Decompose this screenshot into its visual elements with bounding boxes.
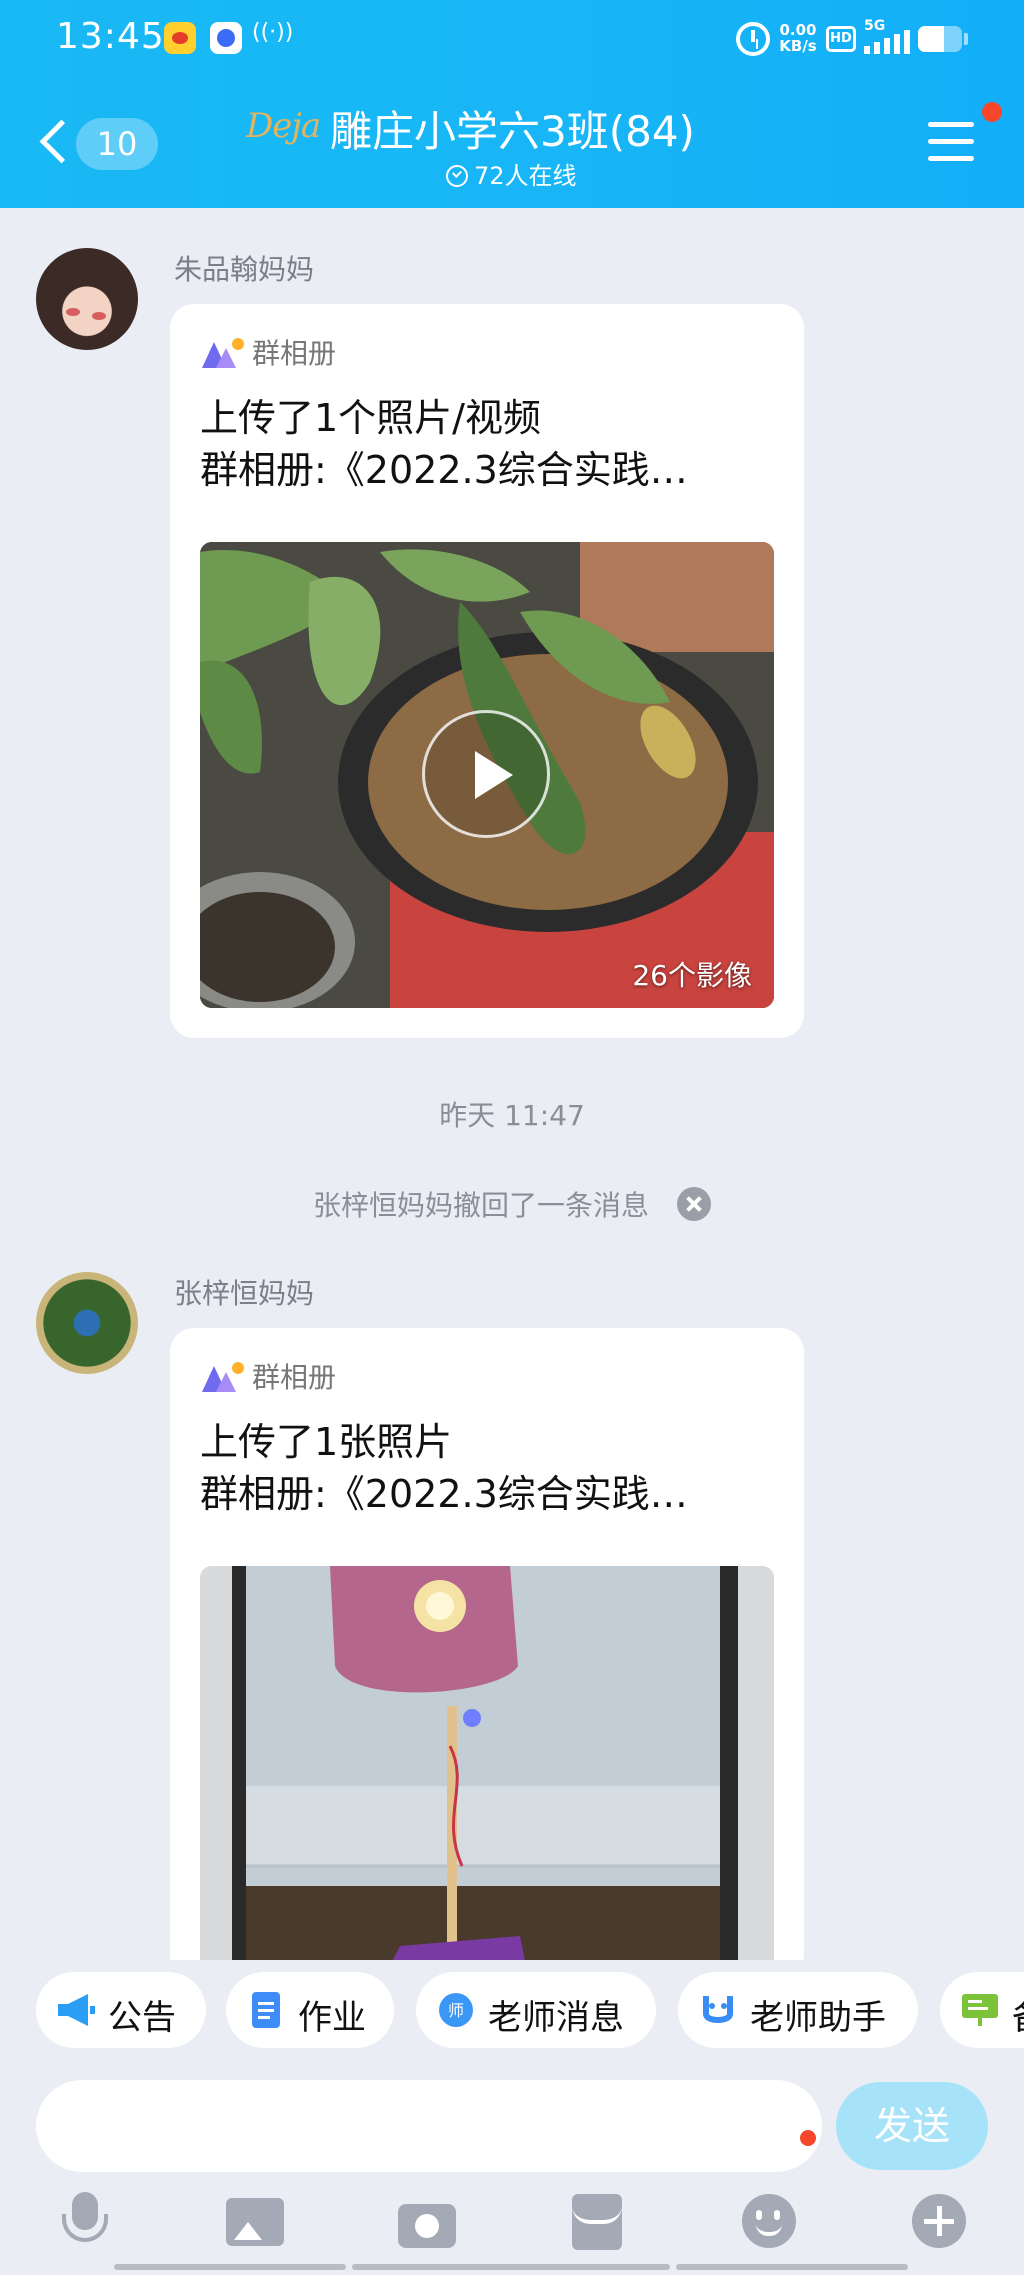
chat-header: 13:45 ((·)) 0.00 KB/s HD 5G 10 Deja 雕庄小学六… [0, 0, 1024, 208]
chip-label: 老师助手 [750, 1998, 886, 2038]
document-icon [252, 1992, 280, 2028]
microphone-icon[interactable] [56, 2192, 116, 2252]
message-input[interactable] [36, 2080, 822, 2172]
video-thumbnail[interactable]: 26个影像 [200, 542, 774, 1008]
teacher-message-chip[interactable]: 师 老师消息 [416, 1972, 656, 2048]
announcement-chip[interactable]: 公告 [36, 1972, 206, 2048]
sender-name: 朱品翰妈妈 [174, 253, 315, 286]
card-title: 上传了1张照片 [200, 1420, 453, 1464]
group-logo: Deja [246, 106, 321, 146]
baidu-icon [210, 22, 242, 54]
chip-label: 备 [1012, 1990, 1024, 2039]
album-name: 群相册:《2022.3综合实践… [200, 448, 688, 492]
teacher-assistant-icon [703, 1996, 733, 2023]
emoji-icon[interactable] [740, 2192, 800, 2252]
album-label: 群相册 [252, 337, 337, 370]
recall-text: 张梓恒妈妈撤回了一条消息 [312, 1189, 649, 1222]
online-check-icon [446, 165, 468, 187]
chat-screen: 13:45 ((·)) 0.00 KB/s HD 5G 10 Deja 雕庄小学六… [0, 0, 1024, 2275]
close-icon[interactable] [677, 1187, 711, 1221]
album-icon [202, 336, 244, 368]
emoji-notification-dot [800, 2130, 816, 2146]
album-card[interactable]: 群相册 上传了1张照片 群相册:《2022.3综合实践… [170, 1328, 804, 1978]
home-indicator [676, 2264, 908, 2270]
chip-label: 公告 [108, 1998, 176, 2038]
album-card[interactable]: 群相册 上传了1个照片/视频 群相册:《2022.3综合实践… 26个影像 [170, 304, 804, 1038]
plus-icon[interactable] [910, 2192, 970, 2252]
weibo-icon [164, 22, 196, 54]
nfc-icon: ((·)) [252, 20, 294, 45]
lamp-craft-image [200, 1566, 774, 1978]
sender-name: 张梓恒妈妈 [174, 1277, 315, 1310]
album-label: 群相册 [252, 1361, 337, 1394]
teacher-assistant-chip[interactable]: 老师助手 [678, 1972, 918, 2048]
battery-icon [918, 26, 962, 52]
chip-label: 老师消息 [488, 1998, 624, 2038]
chip-label: 作业 [298, 1998, 366, 2038]
play-icon[interactable] [422, 710, 550, 838]
photo-thumbnail[interactable] [200, 1566, 774, 1978]
image-icon[interactable] [226, 2192, 286, 2252]
avatar[interactable] [36, 1272, 138, 1374]
menu-notification-dot [982, 102, 1002, 122]
online-status[interactable]: 72人在线 [446, 156, 577, 191]
back-unread-count[interactable]: 10 [76, 118, 158, 170]
card-title: 上传了1个照片/视频 [200, 396, 541, 440]
battery-tip [964, 33, 968, 45]
megaphone-icon [58, 1994, 95, 2026]
message-timestamp: 昨天 11:47 [439, 1099, 585, 1132]
teacher-message-icon: 师 [439, 1993, 473, 2027]
home-indicator [114, 2264, 346, 2270]
camera-icon[interactable] [398, 2192, 458, 2252]
back-arrow-icon[interactable] [34, 118, 74, 170]
online-count: 72人在线 [474, 162, 577, 190]
svg-text:师: 师 [448, 2001, 464, 2020]
group-title[interactable]: 雕庄小学六3班(84) [330, 98, 695, 159]
status-bar: 13:45 ((·)) 0.00 KB/s HD 5G [0, 0, 1024, 80]
whiteboard-icon [962, 1994, 998, 2026]
alarm-icon [736, 22, 770, 56]
home-indicator [352, 2264, 670, 2270]
homework-chip[interactable]: 作业 [226, 1972, 394, 2048]
status-time: 13:45 [56, 16, 165, 57]
more-tool-chip[interactable]: 备 [940, 1972, 1024, 2048]
red-packet-icon[interactable] [568, 2192, 628, 2252]
send-button[interactable]: 发送 [836, 2082, 988, 2170]
network-speed: 0.00 KB/s [779, 21, 817, 55]
composer: 发送 [0, 2060, 1024, 2275]
media-count: 26个影像 [632, 959, 752, 992]
recall-notice: 张梓恒妈妈撤回了一条消息 [0, 1184, 1024, 1224]
signal-5g-icon: 5G [864, 18, 910, 54]
quick-actions-bar: 公告 作业 师 老师消息 老师助手 备 [0, 1960, 1024, 2060]
album-name: 群相册:《2022.3综合实践… [200, 1472, 688, 1516]
hd-icon: HD [826, 26, 856, 52]
avatar[interactable] [36, 248, 138, 350]
album-icon [202, 1360, 244, 1392]
menu-icon[interactable] [928, 120, 974, 164]
